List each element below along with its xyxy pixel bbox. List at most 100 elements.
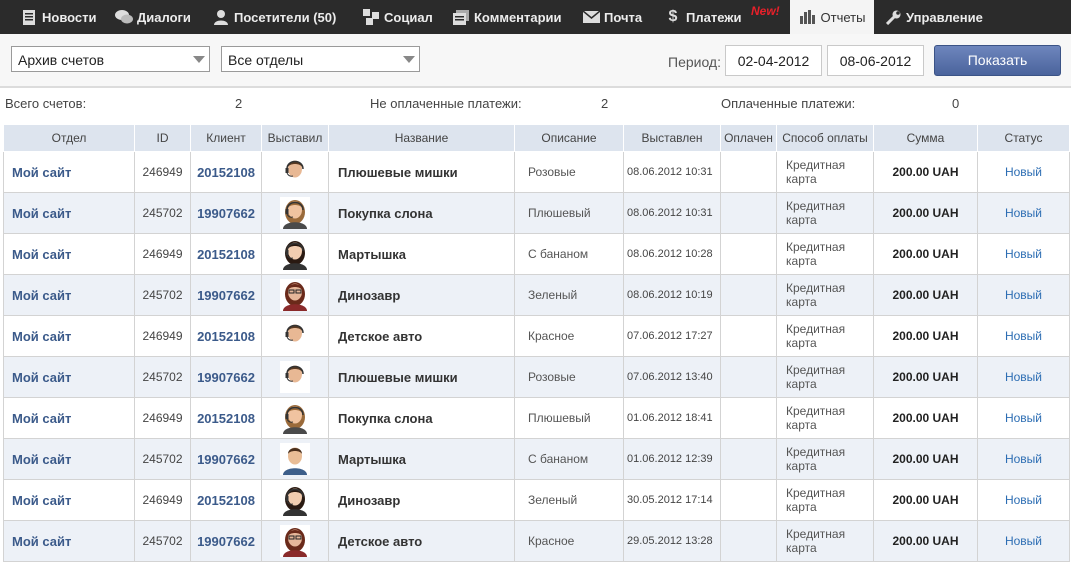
- nav-tab-management[interactable]: Управление: [884, 0, 983, 34]
- column-header[interactable]: Выставлен: [623, 124, 721, 152]
- column-header[interactable]: Отдел: [3, 124, 135, 152]
- department-link[interactable]: Мой сайт: [3, 315, 135, 357]
- invoice-id: 245702: [134, 520, 191, 562]
- department-select[interactable]: Все отделы: [221, 46, 420, 72]
- status-link[interactable]: Новый: [977, 356, 1070, 398]
- invoice-amount: 200.00 UAH: [873, 233, 978, 275]
- table-header-row: Отдел ID Клиент Выставил Название Описан…: [3, 124, 1070, 152]
- table-row[interactable]: Мой сайт 245702 19907662 Мартышка С бананом 0…: [3, 438, 1070, 480]
- paid-date: [720, 274, 777, 316]
- table-row[interactable]: Мой сайт 245702 19907662 Плюшевые мишки Розо…: [3, 356, 1070, 398]
- client-link[interactable]: 20152108: [190, 397, 262, 439]
- paid-date: [720, 233, 777, 275]
- unpaid-value: 2: [601, 96, 609, 111]
- status-link[interactable]: Новый: [977, 233, 1070, 275]
- nav-tab-dialogs[interactable]: Диалоги: [115, 0, 191, 34]
- client-link[interactable]: 20152108: [190, 233, 262, 275]
- department-link[interactable]: Мой сайт: [3, 520, 135, 562]
- invoice-title: Плюшевые мишки: [328, 151, 515, 193]
- chevron-down-icon: [403, 56, 415, 63]
- nav-tab-label: Почта: [604, 9, 643, 25]
- table-row[interactable]: Мой сайт 245702 19907662 Динозавр Зеленый 08.…: [3, 274, 1070, 316]
- column-header[interactable]: Сумма: [873, 124, 978, 152]
- client-link[interactable]: 20152108: [190, 479, 262, 521]
- column-header[interactable]: Способ оплаты: [776, 124, 874, 152]
- nav-tab-label: Платежи: [686, 9, 742, 25]
- nav-tab-reports[interactable]: Отчеты: [790, 0, 874, 34]
- column-header[interactable]: Клиент: [190, 124, 262, 152]
- nav-tab-comments[interactable]: Комментарии: [452, 0, 562, 34]
- department-link[interactable]: Мой сайт: [3, 356, 135, 398]
- client-link[interactable]: 19907662: [190, 438, 262, 480]
- paid-date: [720, 479, 777, 521]
- client-link[interactable]: 19907662: [190, 192, 262, 234]
- table-row[interactable]: Мой сайт 245702 19907662 Детское авто Красно…: [3, 520, 1070, 562]
- status-link[interactable]: Новый: [977, 274, 1070, 316]
- invoice-description: С бананом: [514, 438, 624, 480]
- department-link[interactable]: Мой сайт: [3, 479, 135, 521]
- nav-tab-visitors[interactable]: Посетители (50): [212, 0, 336, 34]
- invoice-amount: 200.00 UAH: [873, 520, 978, 562]
- visitors-icon: [212, 8, 230, 26]
- nav-tab-news[interactable]: Новости: [20, 0, 97, 34]
- table-row[interactable]: Мой сайт 246949 20152108 Детское авто Красно…: [3, 315, 1070, 357]
- column-header[interactable]: ID: [134, 124, 191, 152]
- show-button[interactable]: Показать: [934, 45, 1061, 76]
- table-row[interactable]: Мой сайт 246949 20152108 Мартышка С бананом 0…: [3, 233, 1070, 275]
- status-link[interactable]: Новый: [977, 192, 1070, 234]
- nav-tab-social[interactable]: Социал: [362, 0, 433, 34]
- nav-tab-label: Управление: [906, 9, 983, 25]
- date-from-field[interactable]: [725, 45, 822, 76]
- issuer-cell: [261, 520, 329, 562]
- client-link[interactable]: 19907662: [190, 520, 262, 562]
- column-header[interactable]: Оплачен: [720, 124, 777, 152]
- paid-date: [720, 397, 777, 439]
- date-to-field[interactable]: [827, 45, 924, 76]
- avatar: [280, 279, 310, 311]
- client-link[interactable]: 19907662: [190, 356, 262, 398]
- invoice-description: Розовые: [514, 356, 624, 398]
- issued-date: 29.05.2012 13:28: [623, 520, 721, 562]
- status-link[interactable]: Новый: [977, 520, 1070, 562]
- client-link[interactable]: 20152108: [190, 151, 262, 193]
- invoice-description: Красное: [514, 315, 624, 357]
- status-link[interactable]: Новый: [977, 397, 1070, 439]
- issued-date: 07.06.2012 13:40: [623, 356, 721, 398]
- table-row[interactable]: Мой сайт 246949 20152108 Покупка слона Плюше…: [3, 397, 1070, 439]
- invoice-description: Зеленый: [514, 479, 624, 521]
- nav-tab-payments[interactable]: $ Платежи: [664, 0, 742, 34]
- column-header[interactable]: Название: [328, 124, 515, 152]
- column-header[interactable]: Статус: [977, 124, 1070, 152]
- status-link[interactable]: Новый: [977, 479, 1070, 521]
- department-link[interactable]: Мой сайт: [3, 192, 135, 234]
- bar-chart-icon: [799, 8, 817, 26]
- department-link[interactable]: Мой сайт: [3, 438, 135, 480]
- status-link[interactable]: Новый: [977, 315, 1070, 357]
- archive-select[interactable]: Архив счетов: [11, 46, 210, 72]
- nav-tab-mail[interactable]: Почта: [582, 0, 642, 34]
- news-icon: [20, 8, 38, 26]
- status-link[interactable]: Новый: [977, 151, 1070, 193]
- department-link[interactable]: Мой сайт: [3, 397, 135, 439]
- invoice-id: 245702: [134, 438, 191, 480]
- table-row[interactable]: Мой сайт 246949 20152108 Динозавр Зеленый 30.…: [3, 479, 1070, 521]
- payment-method: Кредитная карта: [776, 479, 874, 521]
- table-row[interactable]: Мой сайт 245702 19907662 Покупка слона Плюше…: [3, 192, 1070, 234]
- issuer-cell: [261, 233, 329, 275]
- invoice-id: 246949: [134, 233, 191, 275]
- department-link[interactable]: Мой сайт: [3, 151, 135, 193]
- payment-method: Кредитная карта: [776, 274, 874, 316]
- invoice-title: Покупка слона: [328, 397, 515, 439]
- nav-tab-label: Посетители (50): [234, 9, 337, 25]
- table-row[interactable]: Мой сайт 246949 20152108 Плюшевые мишки Розо…: [3, 151, 1070, 193]
- invoice-title: Мартышка: [328, 438, 515, 480]
- client-link[interactable]: 19907662: [190, 274, 262, 316]
- status-link[interactable]: Новый: [977, 438, 1070, 480]
- column-header[interactable]: Описание: [514, 124, 624, 152]
- department-link[interactable]: Мой сайт: [3, 274, 135, 316]
- column-header[interactable]: Выставил: [261, 124, 329, 152]
- department-link[interactable]: Мой сайт: [3, 233, 135, 275]
- invoice-title: Покупка слона: [328, 192, 515, 234]
- client-link[interactable]: 20152108: [190, 315, 262, 357]
- unpaid-label: Не оплаченные платежи:: [370, 96, 522, 111]
